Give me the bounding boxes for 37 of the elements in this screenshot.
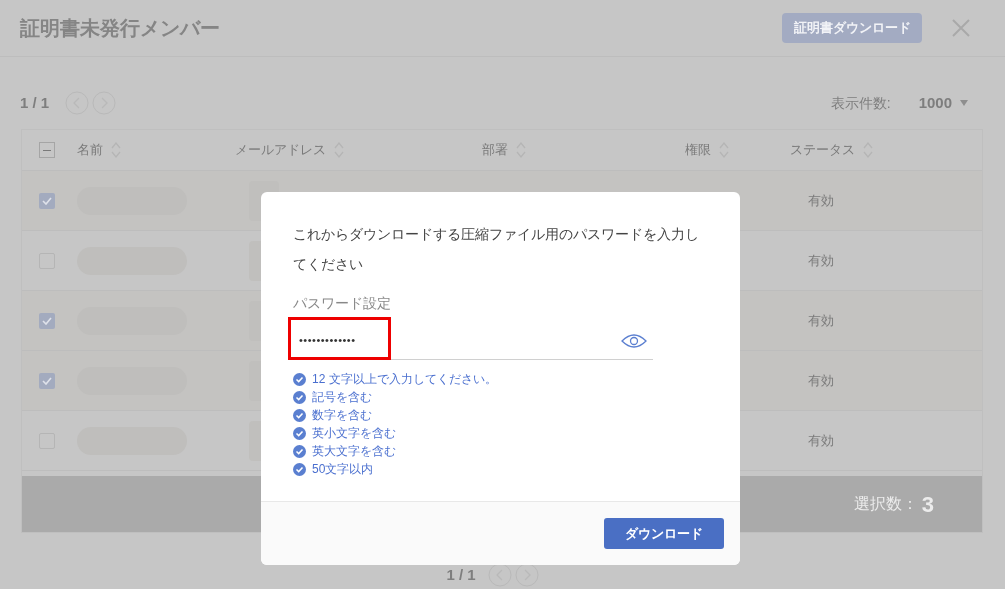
- password-rule: 数字を含む: [312, 407, 372, 424]
- check-icon: [42, 316, 52, 325]
- check-icon: [42, 196, 52, 205]
- per-page-label: 表示件数:: [830, 93, 891, 113]
- status-text: 有効: [808, 371, 834, 390]
- dialog-message: これからダウンロードする圧縮ファイル用のパスワードを入力してください: [293, 225, 700, 274]
- caret-icon: [960, 100, 968, 106]
- password-rule: 英小文字を含む: [312, 425, 396, 442]
- selection-count: 3: [921, 490, 934, 519]
- status-text: 有効: [808, 191, 834, 210]
- password-value: •••••••••••••: [299, 333, 356, 349]
- select-all-checkbox[interactable]: [39, 142, 55, 158]
- check-icon: [42, 376, 52, 385]
- close-icon[interactable]: [952, 19, 970, 37]
- field-label: パスワード設定: [293, 294, 392, 313]
- download-button[interactable]: ダウンロード: [604, 518, 724, 549]
- status-text: 有効: [808, 431, 834, 450]
- column-header: 名前: [77, 141, 103, 160]
- page-title: 証明書未発行メンバー: [20, 16, 220, 41]
- password-rule: 記号を含む: [312, 389, 372, 406]
- password-rule: 12 文字以上で入力してください。: [312, 371, 497, 388]
- row-checkbox[interactable]: [39, 372, 55, 389]
- password-rule: 英大文字を含む: [312, 443, 396, 460]
- column-header: メールアドレス: [235, 141, 326, 160]
- status-text: 有効: [808, 311, 834, 330]
- page-indicator: 1 / 1: [20, 92, 50, 113]
- column-header: 部署: [482, 141, 508, 160]
- selection-count-label: 選択数：: [853, 494, 918, 514]
- eye-icon[interactable]: [621, 332, 647, 349]
- column-header: 権限: [685, 141, 711, 160]
- page-indicator: 1 / 1: [446, 564, 476, 585]
- status-text: 有効: [808, 251, 834, 270]
- column-header: ステータス: [790, 141, 855, 160]
- row-checkbox[interactable]: [39, 312, 55, 329]
- password-field[interactable]: •••••••••••••: [293, 322, 653, 360]
- row-checkbox[interactable]: [39, 192, 55, 209]
- password-rule: 50文字以内: [312, 461, 374, 478]
